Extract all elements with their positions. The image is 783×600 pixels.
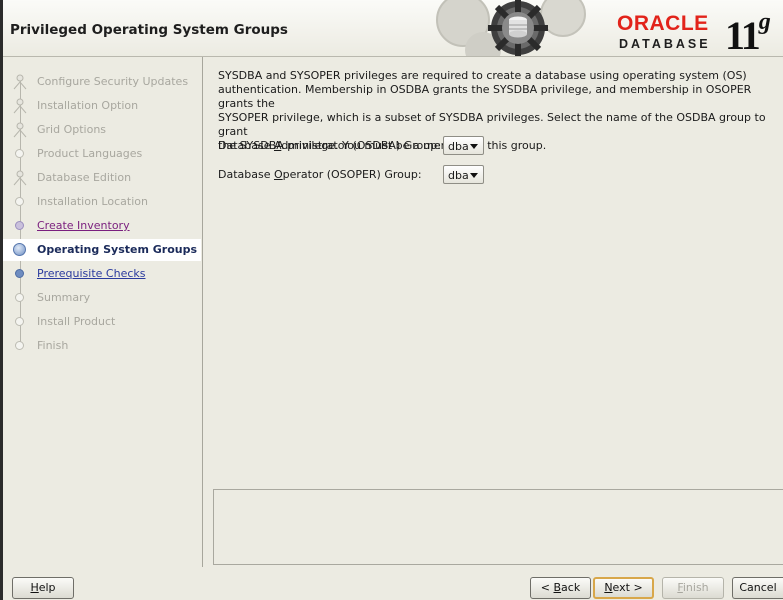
version-number: 11 [725, 13, 761, 58]
help-button[interactable]: Help [12, 577, 74, 599]
cancel-button[interactable]: Cancel [732, 577, 783, 599]
step-dot-icon [15, 149, 24, 158]
step-label: Database Edition [37, 171, 132, 184]
step-operating-system-groups: Operating System Groups [3, 239, 201, 261]
chevron-down-icon [470, 144, 478, 149]
osdba-group-value: dba [448, 140, 469, 153]
step-dot-icon [15, 221, 24, 230]
main-content: SYSDBA and SYSOPER privileges are requir… [203, 57, 783, 567]
osdba-group-select[interactable]: dba [443, 136, 484, 155]
osoper-group-select[interactable]: dba [443, 165, 484, 184]
person-icon [13, 74, 27, 90]
header-banner: Privileged Operating System Groups ORACL… [3, 0, 783, 59]
step-installation-option: Installation Option [3, 95, 201, 117]
step-label: Grid Options [37, 123, 107, 136]
osoper-group-value: dba [448, 169, 469, 182]
step-dot-icon [15, 197, 24, 206]
step-dot-icon [15, 269, 24, 278]
description-line: authentication. Membership in OSDBA gran… [218, 83, 752, 110]
person-icon [13, 98, 27, 114]
step-database-edition: Database Edition [3, 167, 201, 189]
person-icon [13, 122, 27, 138]
page-title: Privileged Operating System Groups [10, 22, 288, 38]
step-prerequisite-checks[interactable]: Prerequisite Checks [3, 263, 201, 285]
osdba-group-row: Database Administrator (OSDBA) Group: db… [218, 136, 498, 156]
current-step-icon [13, 243, 26, 256]
person-icon [13, 170, 27, 186]
gears-graphic-icon [436, 0, 586, 56]
message-pane [213, 489, 783, 565]
oracle-database-logo: ORACLE DATABASE 11g [615, 8, 783, 59]
step-installation-location: Installation Location [3, 191, 201, 213]
description-line: SYSDBA and SYSOPER privileges are requir… [218, 69, 747, 82]
step-label: Product Languages [37, 147, 143, 160]
finish-button[interactable]: Finish [662, 577, 724, 599]
back-button[interactable]: < Back [530, 577, 591, 599]
step-grid-options: Grid Options [3, 119, 201, 141]
step-label: Installation Option [37, 99, 139, 112]
database-wordmark: DATABASE [619, 37, 711, 51]
step-create-inventory[interactable]: Create Inventory [3, 215, 201, 237]
osoper-group-label: Database Operator (OSOPER) Group: [218, 168, 422, 181]
step-link-create-inventory[interactable]: Create Inventory [37, 219, 130, 232]
step-install-product: Install Product [3, 311, 201, 333]
wizard-steps-panel: Configure Security Updates Installation … [3, 57, 203, 567]
step-dot-icon [15, 293, 24, 302]
step-dot-icon [15, 317, 24, 326]
oracle-wordmark: ORACLE [617, 12, 709, 35]
step-link-prerequisite-checks[interactable]: Prerequisite Checks [37, 267, 145, 280]
step-label: Install Product [37, 315, 116, 328]
step-configure-security-updates: Configure Security Updates [3, 71, 201, 93]
step-label: Configure Security Updates [37, 75, 189, 88]
step-label: Operating System Groups [37, 243, 198, 256]
osdba-group-label: Database Administrator (OSDBA) Group: [218, 139, 441, 152]
step-finish: Finish [3, 335, 201, 357]
step-dot-icon [15, 341, 24, 350]
step-label: Summary [37, 291, 91, 304]
step-product-languages: Product Languages [3, 143, 201, 165]
version-suffix: g [758, 8, 771, 35]
version-mark: 11g [725, 8, 771, 59]
step-summary: Summary [3, 287, 201, 309]
step-label: Finish [37, 339, 69, 352]
step-label: Installation Location [37, 195, 148, 208]
osoper-group-row: Database Operator (OSOPER) Group: dba [218, 165, 498, 185]
chevron-down-icon [470, 173, 478, 178]
description-line: SYSOPER privilege, which is a subset of … [218, 111, 766, 138]
next-button[interactable]: Next > [593, 577, 654, 599]
